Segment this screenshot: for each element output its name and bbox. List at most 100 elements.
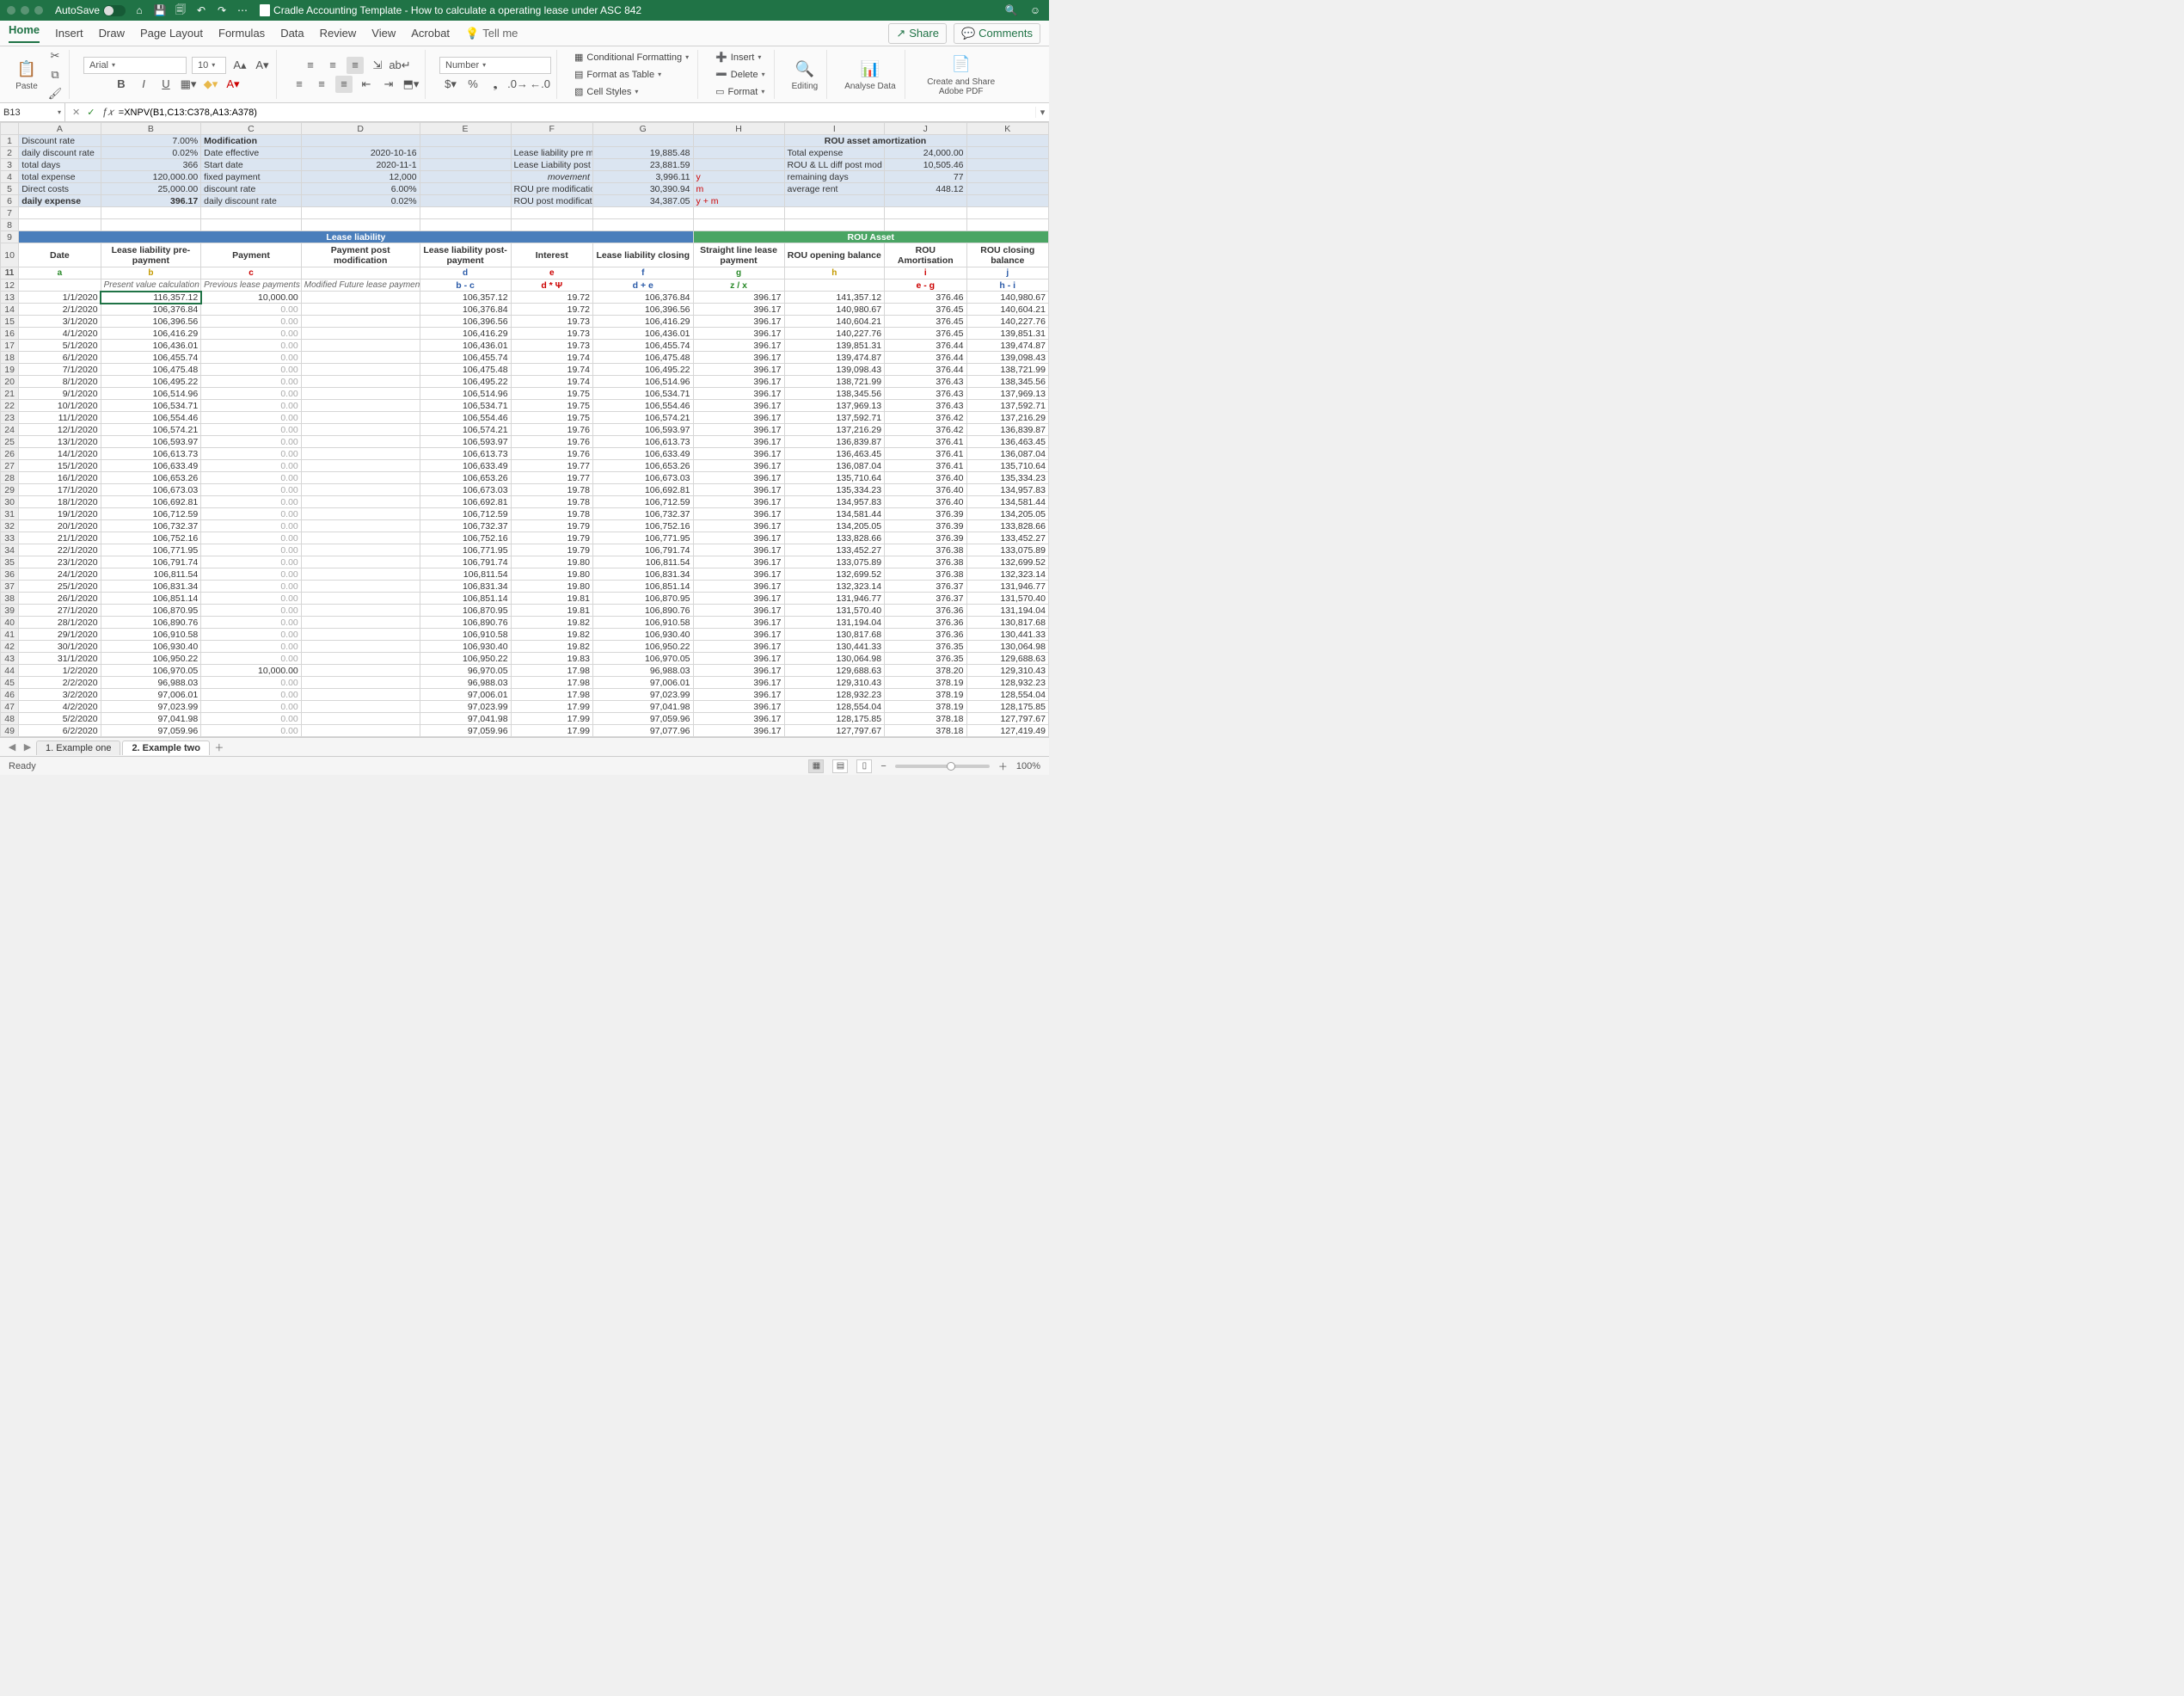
col-header-F[interactable]: F [511,123,592,135]
cell[interactable]: 15/1/2020 [19,460,101,472]
cell[interactable]: 0.00 [201,472,302,484]
orientation-icon[interactable]: ⇲ [369,57,386,74]
cell[interactable]: 97,041.98 [101,713,201,725]
cell[interactable] [784,207,885,219]
cell[interactable] [966,207,1049,219]
cell[interactable]: 0.00 [201,364,302,376]
cell[interactable]: 396.17 [693,328,784,340]
cell[interactable]: 132,323.14 [966,568,1049,581]
cell[interactable]: 19.73 [511,340,592,352]
cell[interactable]: 396.17 [693,412,784,424]
row-header[interactable]: 6 [1,195,19,207]
cell[interactable]: 0.00 [201,520,302,532]
cell[interactable]: 106,890.76 [101,617,201,629]
cell[interactable]: 396.17 [693,556,784,568]
tab-view[interactable]: View [371,27,396,40]
cell[interactable]: 19.72 [511,304,592,316]
cut-icon[interactable]: ✂ [46,47,64,65]
cell[interactable]: total expense [19,171,101,183]
cell[interactable]: 106,692.81 [101,496,201,508]
cell[interactable]: 26/1/2020 [19,593,101,605]
cell[interactable]: 0.00 [201,352,302,364]
cell[interactable]: 106,791.74 [101,556,201,568]
cell[interactable]: 19.81 [511,593,592,605]
cell[interactable]: 0.00 [201,653,302,665]
cell[interactable]: 97,041.98 [420,713,511,725]
cell[interactable]: 106,950.22 [420,653,511,665]
cell[interactable]: 366 [101,159,201,171]
cell[interactable]: 106,436.01 [101,340,201,352]
cell[interactable]: 396.17 [693,689,784,701]
cell[interactable]: 132,699.52 [784,568,885,581]
col-header-H[interactable]: H [693,123,784,135]
cell[interactable]: 106,673.03 [592,472,693,484]
cell[interactable]: 97,041.98 [592,701,693,713]
cell[interactable]: 106,673.03 [420,484,511,496]
cell[interactable]: 128,175.85 [966,701,1049,713]
cell[interactable]: 28/1/2020 [19,617,101,629]
cell[interactable]: 10,000.00 [201,292,302,304]
row-header[interactable]: 17 [1,340,19,352]
cell[interactable]: 376.36 [885,617,966,629]
cell[interactable]: 106,455.74 [420,352,511,364]
cell[interactable]: daily discount rate [201,195,302,207]
cell[interactable]: 106,752.16 [101,532,201,544]
cell[interactable]: b [101,267,201,280]
cell[interactable]: 106,673.03 [101,484,201,496]
cell[interactable]: 0.00 [201,725,302,737]
user-icon[interactable]: ☺ [1028,4,1042,16]
sheet-nav-next[interactable]: ▶ [21,741,34,753]
row-header[interactable]: 43 [1,653,19,665]
cell[interactable]: 0.00 [201,556,302,568]
cell[interactable]: 0.00 [201,641,302,653]
row-header[interactable]: 27 [1,460,19,472]
cell[interactable]: 106,950.22 [101,653,201,665]
cell[interactable]: 140,980.67 [966,292,1049,304]
cell[interactable]: Straight line lease payment [693,243,784,267]
cell[interactable]: Payment post modification [301,243,420,267]
cell[interactable]: 19.72 [511,292,592,304]
cell[interactable]: 31/1/2020 [19,653,101,665]
cell[interactable] [301,135,420,147]
cell[interactable]: 19.82 [511,629,592,641]
cell[interactable]: 3/2/2020 [19,689,101,701]
cell[interactable] [592,219,693,231]
cell[interactable]: h [784,267,885,280]
cell[interactable]: 131,946.77 [784,593,885,605]
cell[interactable]: 6/1/2020 [19,352,101,364]
cell[interactable] [301,544,420,556]
cell[interactable]: 19.82 [511,617,592,629]
cell[interactable]: 396.17 [693,496,784,508]
row-header[interactable]: 46 [1,689,19,701]
cell[interactable]: 134,957.83 [966,484,1049,496]
cell[interactable] [885,207,966,219]
cell[interactable]: 9/1/2020 [19,388,101,400]
cell[interactable]: 131,946.77 [966,581,1049,593]
cell[interactable]: 19.77 [511,460,592,472]
cell[interactable]: 27/1/2020 [19,605,101,617]
cell[interactable]: 106,732.37 [592,508,693,520]
cell[interactable]: ROU closing balance [966,243,1049,267]
cell[interactable]: Modification [201,135,302,147]
row-header[interactable]: 23 [1,412,19,424]
format-painter-icon[interactable]: 🖌 [46,85,64,102]
cell[interactable]: Lease liability pre-payment [101,243,201,267]
cell[interactable] [301,641,420,653]
cell[interactable]: 106,910.58 [420,629,511,641]
cell[interactable]: 106,653.26 [101,472,201,484]
cell[interactable]: 106,633.49 [101,460,201,472]
cell[interactable]: 4/2/2020 [19,701,101,713]
cell[interactable]: 2/1/2020 [19,304,101,316]
tab-formulas[interactable]: Formulas [218,27,265,40]
cell[interactable]: 97,006.01 [592,677,693,689]
cell[interactable] [301,388,420,400]
cell[interactable]: 30,390.94 [592,183,693,195]
row-header[interactable]: 44 [1,665,19,677]
cell[interactable]: 139,851.31 [784,340,885,352]
cell[interactable]: 19.79 [511,532,592,544]
cell[interactable]: 396.17 [693,725,784,737]
cell[interactable]: 0.02% [301,195,420,207]
cell[interactable]: 0.00 [201,701,302,713]
cell[interactable]: 96,988.03 [420,677,511,689]
cell[interactable]: 106,653.26 [592,460,693,472]
